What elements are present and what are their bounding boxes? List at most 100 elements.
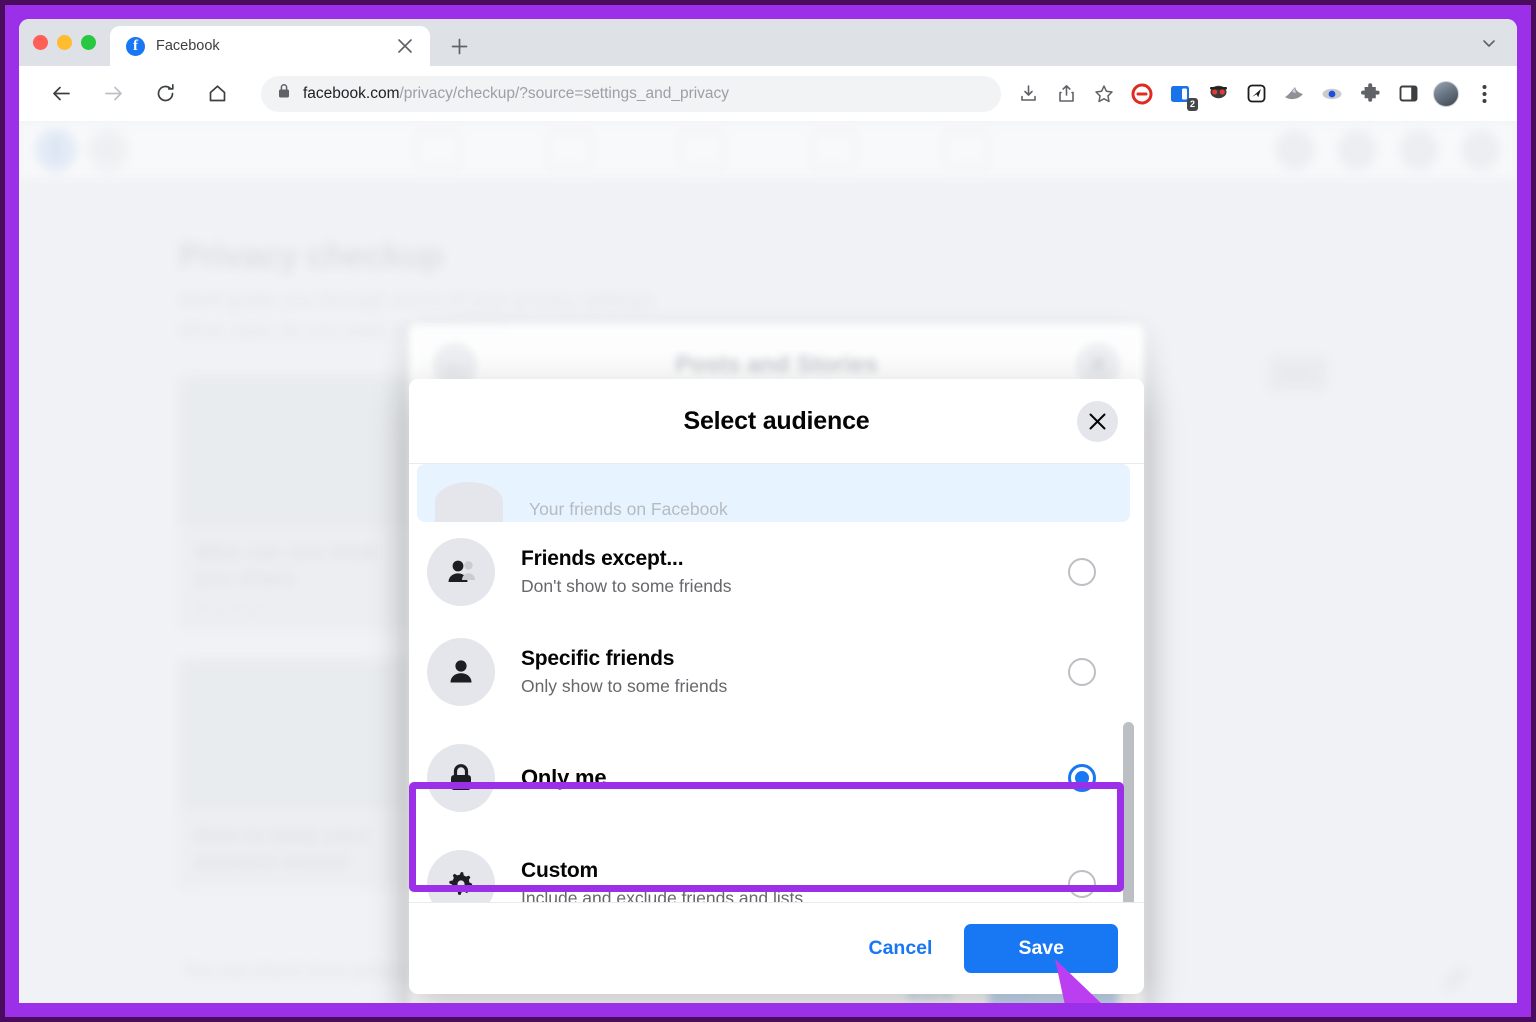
back-button[interactable]	[41, 74, 81, 114]
option-subtitle: Include and exclude friends and lists	[521, 888, 804, 902]
home-button[interactable]	[197, 74, 237, 114]
side-panel-icon[interactable]	[1389, 75, 1427, 113]
nav-tab-home[interactable]	[415, 132, 461, 168]
audience-option-only-me[interactable]: Only me	[409, 722, 1138, 834]
close-window-button[interactable]	[33, 35, 48, 50]
facebook-nav-tabs	[129, 132, 1275, 168]
option-text: Custom Include and exclude friends and l…	[495, 857, 1068, 902]
url-host: facebook.com	[303, 84, 400, 102]
close-icon[interactable]	[1077, 401, 1118, 442]
notifications-bell-icon[interactable]	[1399, 130, 1439, 170]
facebook-logo-icon[interactable]: f	[35, 129, 77, 171]
bookmark-star-icon[interactable]	[1085, 75, 1123, 113]
annotation-outer-highlight: f Facebook facebook.com/privacy/checkup/…	[5, 5, 1531, 1017]
eye-extension-icon[interactable]	[1313, 75, 1351, 113]
browser-toolbar: facebook.com/privacy/checkup/?source=set…	[19, 66, 1517, 121]
install-icon[interactable]	[1009, 75, 1047, 113]
option-title: Custom	[521, 859, 598, 883]
url-path: /privacy/checkup/?source=settings_and_pr…	[399, 84, 730, 102]
chevron-down-icon[interactable]	[1481, 35, 1497, 56]
tab-count-badge: 2	[1186, 97, 1198, 111]
nav-tab-groups[interactable]	[811, 132, 857, 168]
forward-button[interactable]	[93, 74, 133, 114]
toolbar-icon-group: 2	[1009, 75, 1503, 113]
extension-face-icon[interactable]	[1199, 75, 1237, 113]
minimize-window-button[interactable]	[57, 35, 72, 50]
checkup-card-secure[interactable]: How to keep your account secure	[179, 658, 429, 889]
option-text: Friends except... Don't show to some fri…	[495, 545, 1068, 599]
nav-tab-marketplace[interactable]	[679, 132, 725, 168]
radio-custom[interactable]	[1068, 870, 1096, 898]
card-title: Who can see what you share	[195, 541, 378, 591]
gear-icon	[427, 850, 495, 902]
audience-option-friends-except[interactable]: Friends except... Don't show to some fri…	[409, 522, 1138, 622]
cancel-button[interactable]: Cancel	[847, 925, 955, 972]
lock-icon	[277, 83, 291, 104]
card-title: How to keep your account secure	[195, 823, 371, 873]
radio-only-me[interactable]	[1068, 764, 1096, 792]
nav-tab-gaming[interactable]	[943, 132, 989, 168]
more-dots-icon[interactable]: ···	[1269, 357, 1327, 391]
browser-tab-strip: f Facebook	[19, 19, 1517, 66]
facebook-icon: f	[126, 36, 145, 56]
radio-specific-friends[interactable]	[1068, 658, 1096, 686]
account-avatar[interactable]	[1461, 130, 1501, 170]
option-subtitle: Your friends on Facebook	[529, 499, 728, 520]
facebook-nav-actions	[1275, 130, 1501, 170]
option-subtitle: Don't show to some friends	[521, 576, 732, 597]
option-title: Friends except...	[521, 547, 684, 571]
select-audience-dialog: Select audience Your friends on Facebook	[409, 379, 1144, 994]
audience-option-friends[interactable]: Your friends on Facebook	[417, 464, 1130, 522]
friends-except-icon	[427, 538, 495, 606]
messenger-icon[interactable]	[1337, 130, 1377, 170]
audience-option-specific-friends[interactable]: Specific friends Only show to some frien…	[409, 622, 1138, 722]
option-text: Only me	[495, 764, 1068, 793]
puzzle-extensions-icon[interactable]	[1351, 75, 1389, 113]
profile-avatar[interactable]	[1427, 75, 1465, 113]
shark-extension-icon[interactable]	[1275, 75, 1313, 113]
modal-title: Posts and Stories	[675, 350, 878, 378]
facebook-navbar: f	[19, 121, 1517, 179]
annotated-screenshot-frame: f Facebook facebook.com/privacy/checkup/…	[0, 0, 1536, 1022]
option-subtitle: Only show to some friends	[521, 676, 728, 697]
share-icon[interactable]	[1047, 75, 1085, 113]
option-text: Your friends on Facebook	[503, 495, 1104, 522]
new-tab-button[interactable]	[446, 33, 472, 59]
save-button[interactable]: Save	[964, 924, 1118, 973]
browser-tab-facebook[interactable]: f Facebook	[110, 26, 430, 66]
nav-tab-video[interactable]	[547, 132, 593, 168]
page-title: Privacy checkup	[179, 237, 443, 275]
friends-icon	[435, 482, 503, 522]
dialog-header: Select audience	[409, 379, 1144, 464]
person-icon	[427, 638, 495, 706]
address-bar[interactable]: facebook.com/privacy/checkup/?source=set…	[261, 75, 1001, 112]
lock-icon	[427, 744, 495, 812]
dialog-title: Select audience	[683, 406, 870, 435]
window-traffic-lights	[33, 19, 110, 66]
search-icon[interactable]	[87, 129, 129, 171]
dialog-scrollbar-thumb[interactable]	[1123, 722, 1134, 902]
checkup-card-share[interactable]: Who can see what you share 2 days ago	[179, 376, 429, 629]
tab-close-icon[interactable]	[392, 33, 418, 59]
tab-manager-icon[interactable]: 2	[1161, 75, 1199, 113]
web-page-viewport: f Privacy checkup We'll guide you throug…	[19, 121, 1517, 1003]
option-title: Only me	[521, 764, 607, 790]
option-title: Specific friends	[521, 647, 675, 671]
reload-button[interactable]	[145, 74, 185, 114]
maximize-window-button[interactable]	[81, 35, 96, 50]
radio-friends-except[interactable]	[1068, 558, 1096, 586]
adblock-icon[interactable]	[1123, 75, 1161, 113]
audience-option-custom[interactable]: Custom Include and exclude friends and l…	[409, 834, 1138, 902]
edit-icon[interactable]	[1443, 965, 1469, 991]
menu-grid-icon[interactable]	[1275, 130, 1315, 170]
option-text: Specific friends Only show to some frien…	[495, 645, 1068, 699]
tab-title: Facebook	[156, 38, 220, 54]
card-meta: 2 days ago	[195, 598, 264, 615]
audience-option-list[interactable]: Your friends on Facebook Friends except.…	[409, 464, 1144, 902]
card-thumbnail	[179, 658, 429, 809]
pointer-extension-icon[interactable]	[1237, 75, 1275, 113]
browser-window: f Facebook facebook.com/privacy/checkup/…	[19, 19, 1517, 1003]
more-menu-icon[interactable]	[1465, 75, 1503, 113]
address-bar-url: facebook.com/privacy/checkup/?source=set…	[303, 85, 729, 103]
dialog-footer: Cancel Save	[409, 902, 1144, 994]
